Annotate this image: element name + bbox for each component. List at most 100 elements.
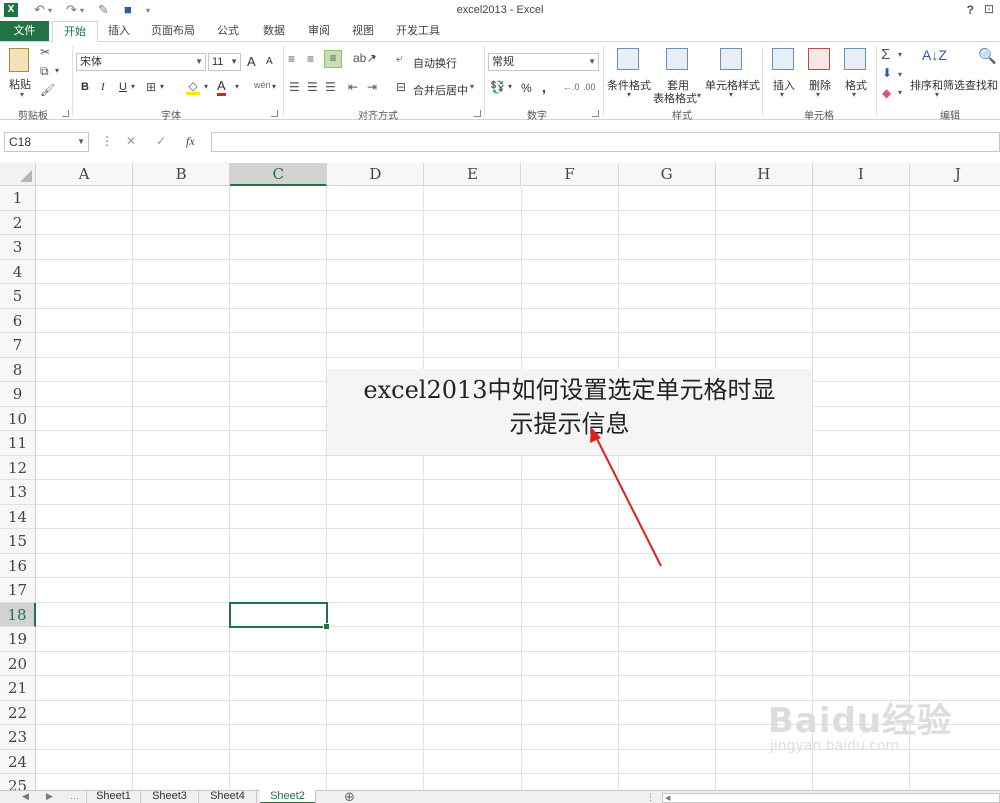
align-top-icon[interactable]: ≡ <box>288 52 295 66</box>
column-header-d[interactable]: D <box>327 163 425 186</box>
border-dropdown-icon[interactable]: ▾ <box>160 82 164 91</box>
increase-decimal-button[interactable]: ←.0 .00 <box>563 82 579 92</box>
confirm-entry-button[interactable]: ✓ <box>156 134 166 148</box>
column-header-f[interactable]: F <box>521 163 619 186</box>
row-header-2[interactable]: 2 <box>0 210 36 235</box>
shrink-font-button[interactable]: A <box>266 56 273 67</box>
split-handle-icon[interactable]: ⋮ <box>646 792 655 803</box>
row-header-17[interactable]: 17 <box>0 578 36 603</box>
sort-filter-icon[interactable]: A↓Z <box>922 47 947 63</box>
clear-dropdown-icon[interactable]: ▾ <box>898 88 902 97</box>
tab-file[interactable]: 文件 <box>0 21 49 42</box>
formula-input[interactable] <box>211 132 1000 152</box>
font-color-button[interactable]: A <box>217 79 226 96</box>
row-header-8[interactable]: 8 <box>0 357 36 382</box>
fill-icon[interactable]: ⬇ <box>882 66 892 80</box>
row-header-25[interactable]: 25 <box>0 774 36 790</box>
new-sheet-icon[interactable]: ⊕ <box>344 789 355 803</box>
row-header-1[interactable]: 1 <box>0 186 36 211</box>
row-header-23[interactable]: 23 <box>0 725 36 750</box>
tab-review[interactable]: 审阅 <box>300 21 338 42</box>
row-header-5[interactable]: 5 <box>0 284 36 309</box>
fill-dropdown-icon[interactable]: ▾ <box>898 70 902 79</box>
column-header-b[interactable]: B <box>133 163 231 186</box>
ribbon-display-icon[interactable]: ⊡ <box>984 2 994 16</box>
tab-formulas[interactable]: 公式 <box>208 21 248 42</box>
column-header-a[interactable]: A <box>36 163 134 186</box>
row-header-21[interactable]: 21 <box>0 676 36 701</box>
more-sheets-icon[interactable]: … <box>70 791 79 801</box>
tab-view[interactable]: 视图 <box>344 21 382 42</box>
merge-center-icon[interactable]: ⊟ <box>396 80 406 94</box>
number-format-combo[interactable]: 常规 ▼ <box>488 53 599 71</box>
font-color-dropdown-icon[interactable]: ▾ <box>235 82 239 91</box>
column-header-c[interactable]: C <box>230 163 328 186</box>
bold-button[interactable]: B <box>81 81 89 93</box>
format-painter-icon[interactable]: 🖌 <box>40 83 55 97</box>
accounting-dropdown-icon[interactable]: ▾ <box>508 82 512 91</box>
font-name-combo[interactable]: 宋体 ▼ <box>76 53 206 71</box>
percent-button[interactable]: % <box>521 81 532 95</box>
format-table-dropdown-icon[interactable]: ▾ <box>697 91 701 100</box>
tab-developer[interactable]: 开发工具 <box>388 21 448 42</box>
merge-dropdown-icon[interactable]: ▾ <box>470 82 474 91</box>
name-box[interactable]: C18 ▼ <box>4 132 89 152</box>
sheet-tab-sheet1[interactable]: Sheet1 <box>86 790 141 803</box>
insert-dropdown-icon[interactable]: ▾ <box>780 90 784 99</box>
orientation-dropdown-icon[interactable]: ▾ <box>372 53 376 62</box>
next-sheet-icon[interactable]: ▶ <box>46 791 53 802</box>
row-header-13[interactable]: 13 <box>0 480 36 505</box>
horizontal-scrollbar[interactable]: ◀ <box>662 793 1000 803</box>
format-as-table-icon[interactable] <box>666 48 688 70</box>
fill-color-icon[interactable]: ◇ <box>186 79 200 95</box>
row-header-9[interactable]: 9 <box>0 382 36 407</box>
copy-icon[interactable]: ⧉ <box>40 64 49 79</box>
wrap-text-button[interactable]: 自动换行 <box>413 55 457 71</box>
decrease-indent-icon[interactable]: ⇤ <box>348 80 358 94</box>
clear-icon[interactable]: ◆ <box>882 86 891 100</box>
format-cells-icon[interactable] <box>844 48 866 70</box>
tab-page-layout[interactable]: 页面布局 <box>144 21 202 42</box>
cell-styles-icon[interactable] <box>720 48 742 70</box>
insert-function-button[interactable]: fx <box>186 134 195 149</box>
align-right-icon[interactable]: ☰ <box>325 80 336 94</box>
tab-data[interactable]: 数据 <box>254 21 294 42</box>
insert-cells-icon[interactable] <box>772 48 794 70</box>
row-header-12[interactable]: 12 <box>0 455 36 480</box>
row-header-22[interactable]: 22 <box>0 700 36 725</box>
align-middle-icon[interactable]: ≡ <box>307 52 314 66</box>
row-header-16[interactable]: 16 <box>0 553 36 578</box>
format-dropdown-icon[interactable]: ▾ <box>852 90 856 99</box>
find-select-button[interactable]: 查找和 <box>965 77 998 93</box>
comma-button[interactable]: , <box>542 79 546 95</box>
cut-icon[interactable]: ✂ <box>40 45 50 59</box>
increase-indent-icon[interactable]: ⇥ <box>367 80 377 94</box>
column-header-h[interactable]: H <box>715 163 813 186</box>
align-bottom-icon[interactable]: ≡ <box>324 50 342 68</box>
paste-dropdown-icon[interactable]: ▾ <box>20 90 24 99</box>
sheet-tab-sheet2[interactable]: Sheet2 <box>260 790 316 803</box>
tab-home[interactable]: 开始 <box>52 21 98 42</box>
row-header-19[interactable]: 19 <box>0 627 36 652</box>
italic-button[interactable]: I <box>101 81 105 93</box>
column-header-g[interactable]: G <box>618 163 716 186</box>
sort-dropdown-icon[interactable]: ▾ <box>935 90 939 99</box>
conditional-dropdown-icon[interactable]: ▾ <box>627 90 631 99</box>
align-center-icon[interactable]: ☰ <box>307 80 318 94</box>
row-header-6[interactable]: 6 <box>0 308 36 333</box>
active-cell-c18[interactable] <box>229 602 330 630</box>
merge-center-button[interactable]: 合并后居中 <box>413 82 468 98</box>
autosum-dropdown-icon[interactable]: ▾ <box>898 50 902 59</box>
row-header-11[interactable]: 11 <box>0 431 36 456</box>
fill-color-dropdown-icon[interactable]: ▾ <box>204 82 208 91</box>
row-header-24[interactable]: 24 <box>0 749 36 774</box>
select-all-button[interactable] <box>0 163 36 186</box>
phonetic-button[interactable]: wén <box>254 80 271 90</box>
more-options-icon[interactable]: ⋮ <box>101 134 113 148</box>
cancel-entry-button[interactable]: ✕ <box>126 134 136 148</box>
sheet-tab-sheet3[interactable]: Sheet3 <box>141 790 199 803</box>
copy-dropdown-icon[interactable]: ▾ <box>55 66 59 75</box>
autosum-icon[interactable]: Σ <box>881 46 890 63</box>
row-header-14[interactable]: 14 <box>0 504 36 529</box>
underline-button[interactable]: U <box>119 81 127 93</box>
